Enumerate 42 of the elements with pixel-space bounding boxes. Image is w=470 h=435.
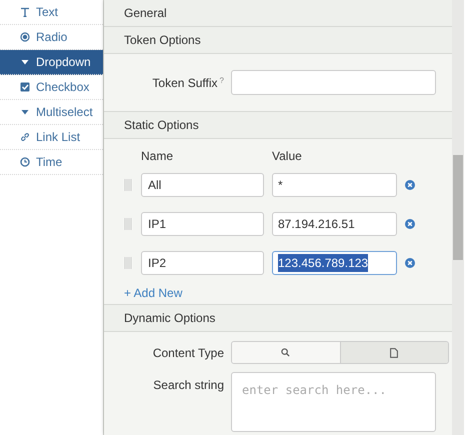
drag-handle-icon[interactable]	[124, 216, 132, 230]
scrollbar[interactable]	[452, 0, 464, 435]
remove-icon[interactable]	[405, 218, 415, 228]
caret-icon	[20, 57, 30, 67]
section-header[interactable]: Static Options	[104, 112, 452, 139]
sidebar-item[interactable]: Time	[0, 150, 103, 175]
column-header: Name	[141, 148, 174, 165]
remove-icon[interactable]	[405, 258, 415, 268]
section-header[interactable]: General	[104, 0, 452, 27]
content-type-option[interactable]	[340, 342, 448, 363]
text-icon	[20, 7, 30, 17]
clock-icon	[20, 157, 30, 167]
search-icon	[281, 348, 290, 357]
search-string-field[interactable]: enter search here...	[231, 372, 436, 432]
caret-icon	[20, 107, 30, 117]
sidebar-item[interactable]: Link List	[0, 125, 103, 150]
sidebar-item[interactable]: Checkbox	[0, 75, 103, 100]
checkbox-icon	[20, 82, 30, 92]
field-label: Token Suffix $^{?}$	[151, 74, 224, 92]
field-label: Content Type	[152, 344, 224, 362]
value-field[interactable]: *	[272, 172, 397, 196]
drag-handle-icon[interactable]	[124, 178, 132, 192]
value-field[interactable]: 87.194.216.51	[272, 212, 397, 236]
name-field[interactable]: IP1	[141, 212, 264, 236]
token-suffix-field[interactable]	[231, 70, 436, 95]
sidebar-item[interactable]: Multiselect	[0, 100, 103, 125]
value-field[interactable]: 123.456.789.123	[272, 250, 397, 274]
remove-icon[interactable]	[405, 180, 415, 190]
link-icon	[20, 132, 30, 142]
section-header[interactable]: Token Options	[104, 27, 452, 54]
drag-handle-icon[interactable]	[124, 256, 132, 270]
sidebar-item[interactable]: Text	[0, 0, 103, 25]
sidebar-item[interactable]: Dropdown	[0, 50, 103, 75]
radio-icon	[20, 32, 30, 42]
name-field[interactable]: All	[141, 172, 264, 196]
file-icon	[390, 348, 398, 358]
name-field[interactable]: IP2	[141, 250, 264, 274]
column-header: Value	[272, 148, 302, 165]
content-type-option[interactable]	[232, 342, 340, 363]
add-new-link[interactable]: + Add New	[124, 282, 182, 304]
field-label: Search string	[152, 377, 224, 394]
section-header[interactable]: Dynamic Options	[104, 305, 452, 332]
